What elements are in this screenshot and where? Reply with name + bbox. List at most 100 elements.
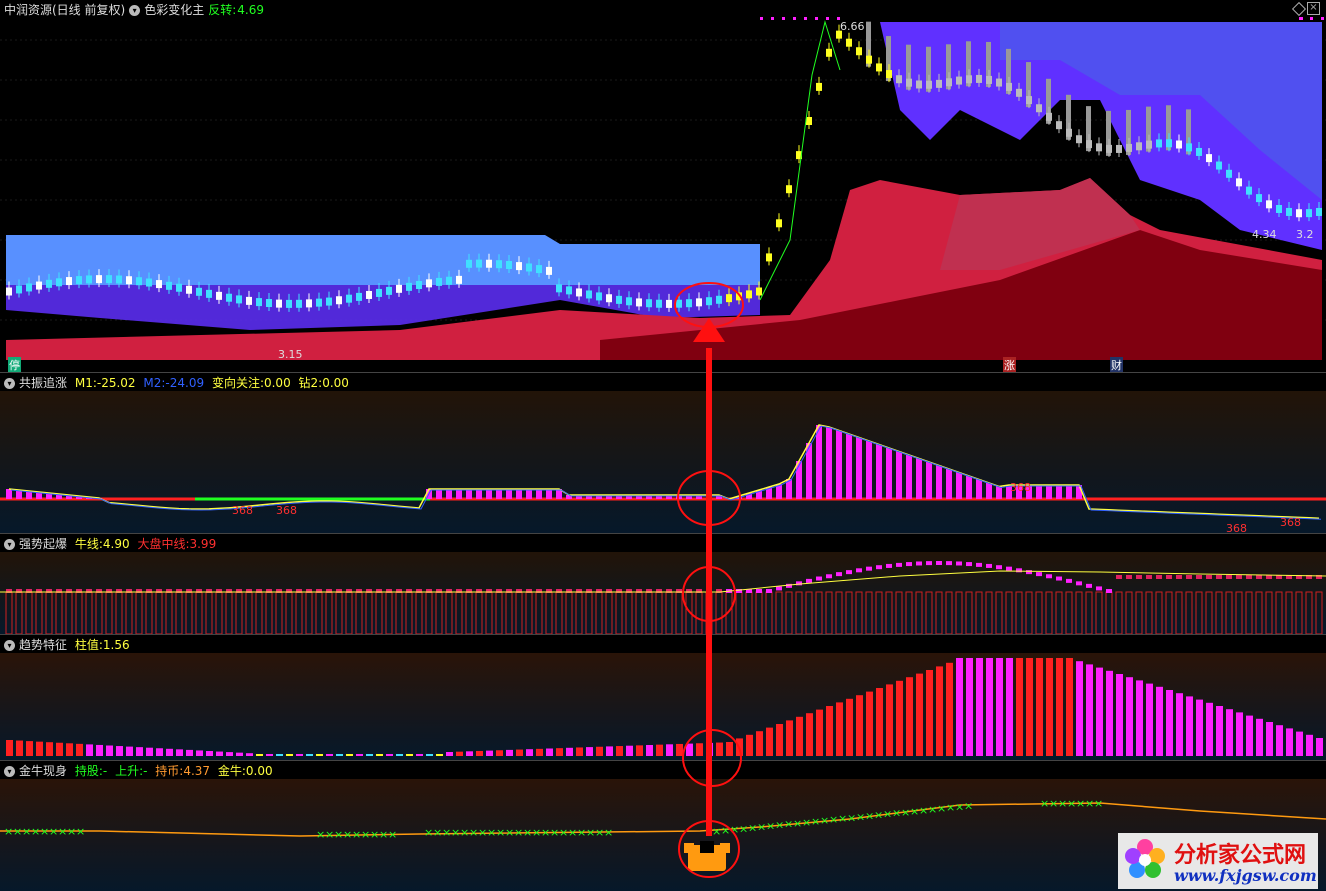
histogram-bar (916, 458, 922, 499)
zhang-tag[interactable]: 涨 (1003, 357, 1016, 372)
trend-bar (976, 658, 983, 756)
trend-bar (1086, 664, 1093, 756)
trend-bar (1226, 709, 1233, 756)
close-icon[interactable]: × (1307, 2, 1320, 15)
trend-bar (1196, 699, 1203, 756)
x-marker: × (1094, 797, 1103, 810)
stock-title[interactable]: 中润资源(日线 前复权) (4, 3, 125, 17)
signal-box (1056, 576, 1062, 581)
x-marker: × (325, 828, 334, 841)
x-marker: × (388, 828, 397, 841)
x-marker: × (883, 808, 892, 821)
trend-bar (506, 749, 513, 756)
trend-bar (786, 720, 793, 756)
dropdown-icon[interactable]: ▾ (129, 5, 141, 16)
signal-box (1216, 575, 1222, 579)
trend-bar (656, 744, 663, 756)
strong-breakout-panel[interactable]: ▾ 强势起爆 牛线:4.90 大盘中线:3.99 (0, 534, 1326, 634)
top-dot (815, 17, 818, 20)
dropdown-icon[interactable]: ▾ (4, 766, 15, 777)
signal-box (976, 562, 982, 567)
trend-bar (846, 698, 853, 756)
x-marker: × (460, 826, 469, 839)
trend-bar (6, 740, 13, 756)
signal-box (966, 562, 972, 567)
histogram-bar (886, 448, 892, 499)
x-marker: × (595, 826, 604, 839)
trend-bar (906, 677, 913, 756)
golden-bull-panel[interactable]: × × × × × × × × × × × × × × × × × × × × × × × × × × × × × × × × × × × × × × × ×… (0, 761, 1326, 891)
trend-bar (166, 748, 173, 756)
x-marker: × (937, 802, 946, 815)
panel4-title[interactable]: 趋势特征 (19, 638, 67, 652)
m2-label: M2: (143, 376, 166, 390)
signal-box (996, 565, 1002, 570)
column-value: 1.56 (102, 638, 130, 652)
histogram-bar (866, 441, 872, 499)
trend-bar (596, 746, 603, 756)
histogram-bar (1036, 485, 1042, 499)
x-marker: × (451, 826, 460, 839)
panel2-title[interactable]: 共振追涨 (19, 376, 67, 390)
x-marker: × (496, 826, 505, 839)
trend-bar (1166, 690, 1173, 756)
x-marker: × (31, 825, 40, 838)
x-marker: × (757, 820, 766, 833)
dropdown-icon[interactable]: ▾ (4, 378, 15, 389)
trend-bar (1046, 658, 1053, 756)
signal-box (1196, 575, 1202, 579)
trend-bar (1096, 667, 1103, 756)
trend-bar (186, 749, 193, 756)
panel5-header: ▾ 金牛现身 持股:- 上升:- 持币:4.37 金牛:0.00 (4, 763, 277, 779)
focus-value: 0.00 (263, 376, 291, 390)
resonance-panel[interactable]: ▾ 共振追涨 M1:-25.02 M2:-24.09 变向关注:0.00 钻2:0… (0, 373, 1326, 533)
panel3-title[interactable]: 强势起爆 (19, 537, 67, 551)
signal-box (1006, 566, 1012, 571)
dropdown-icon[interactable]: ▾ (4, 539, 15, 550)
trend-bar (36, 741, 43, 756)
stop-tag[interactable]: 停 (8, 357, 21, 372)
signal-box (876, 565, 882, 570)
trend-bar (1306, 734, 1313, 756)
trend-bar (206, 751, 213, 756)
x-marker: × (1067, 797, 1076, 810)
x-marker: × (58, 825, 67, 838)
indicator-name[interactable]: 色彩变化主 (144, 3, 204, 17)
cai-tag[interactable]: 财 (1110, 357, 1123, 372)
signal-box (946, 561, 952, 566)
panel5-title[interactable]: 金牛现身 (19, 764, 67, 778)
trend-bar (26, 741, 33, 756)
trend-bar (346, 754, 353, 756)
watermark-url: www.fxjgsw.com (1174, 866, 1317, 885)
trend-bar (1246, 715, 1253, 756)
trend-bar (1056, 658, 1063, 756)
dropdown-icon[interactable]: ▾ (4, 640, 15, 651)
trend-bar (1106, 670, 1113, 756)
trend-panel[interactable]: ▾ 趋势特征 柱值:1.56 (0, 635, 1326, 760)
resonance-canvas[interactable] (0, 373, 1326, 533)
signal-box (1086, 583, 1092, 588)
signal-box (756, 589, 762, 593)
trend-bar (456, 751, 463, 756)
x-marker: × (865, 809, 874, 822)
x-marker: × (838, 812, 847, 825)
trend-canvas[interactable] (0, 635, 1326, 760)
signal-box (926, 561, 932, 566)
low-price-label: 3.15 (278, 348, 303, 361)
histogram-bar (1056, 485, 1062, 499)
trend-bar (126, 746, 133, 756)
signal-box (1166, 575, 1172, 579)
x-marker: × (343, 828, 352, 841)
trend-bar (646, 745, 653, 756)
main-chart-panel[interactable]: 中润资源(日线 前复权) ▾ 色彩变化主 反转:4.69 × 6.66 3.15 4.… (0, 0, 1326, 372)
top-dot (1310, 17, 1313, 20)
x-marker: × (22, 825, 31, 838)
trend-bar (866, 691, 873, 756)
m2-value: -24.09 (165, 376, 205, 390)
x-marker: × (76, 825, 85, 838)
histogram-bar (856, 437, 862, 499)
trend-bar (326, 754, 333, 756)
signal-box (1036, 572, 1042, 577)
main-chart-canvas[interactable] (0, 0, 1326, 372)
x-marker: × (1085, 797, 1094, 810)
